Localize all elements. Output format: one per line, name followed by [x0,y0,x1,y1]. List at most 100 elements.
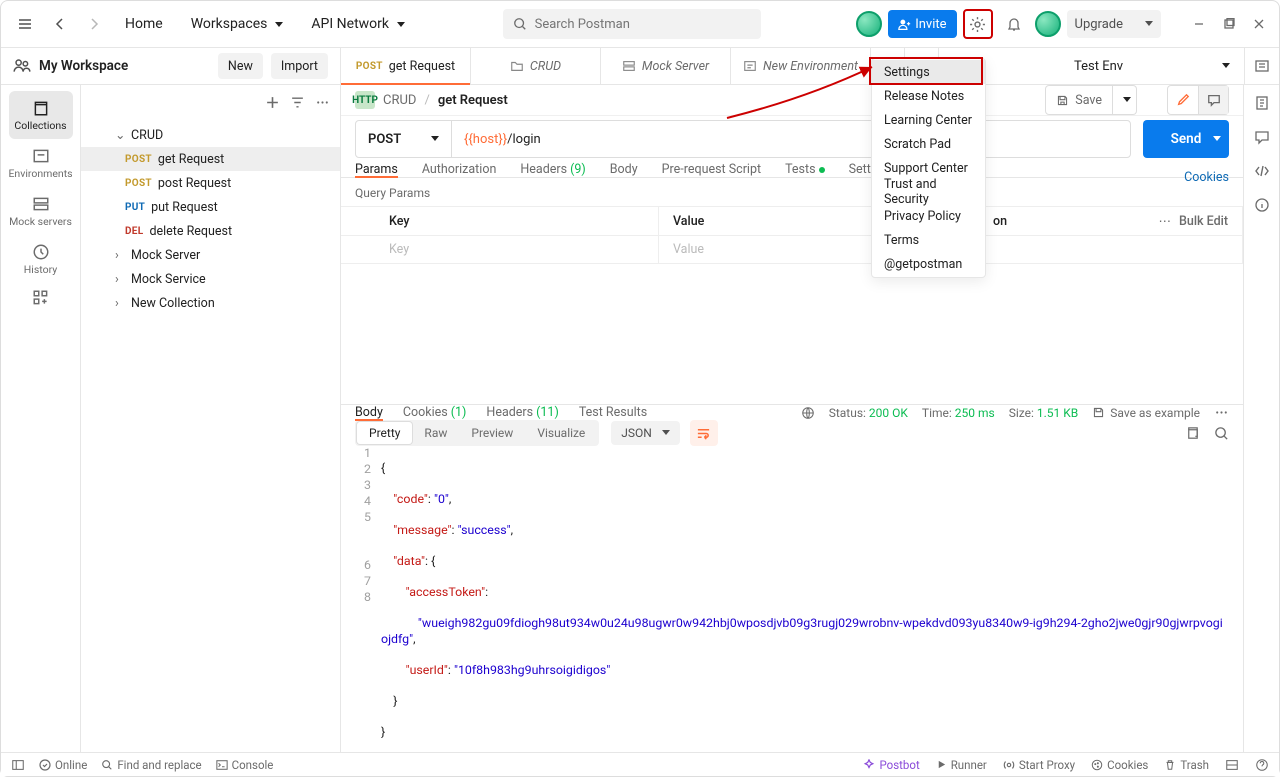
nav-history[interactable]: History [9,235,73,283]
filter-icon[interactable] [290,95,305,110]
wrap-lines-button[interactable] [690,420,718,446]
invite-button[interactable]: Invite [888,10,956,38]
tree-item-post-request[interactable]: POSTpost Request [81,171,340,195]
docs-icon[interactable] [1254,95,1270,111]
import-button[interactable]: Import [271,53,328,79]
user-avatar[interactable] [1035,11,1061,37]
workspace-title[interactable]: My Workspace [39,58,210,74]
status-trash[interactable]: Trash [1164,758,1209,772]
help-icon[interactable] [1255,758,1269,772]
window-close[interactable] [1247,12,1271,36]
menu-privacy-policy[interactable]: Privacy Policy [872,204,985,228]
tab-mock-server[interactable]: Mock Server [601,48,731,84]
pane-toggle-icon[interactable] [11,758,25,772]
notifications-button[interactable] [999,9,1029,39]
breadcrumb-collection[interactable]: CRUD [383,93,416,108]
comments-icon[interactable] [1254,129,1270,145]
menu-trust-security[interactable]: Trust and Security [872,180,985,204]
resptab-testresults[interactable]: Test Results [579,405,647,420]
nav-collections[interactable]: Collections [9,91,73,139]
save-button[interactable]: Save [1045,85,1113,115]
view-raw[interactable]: Raw [412,422,459,444]
edit-mode-button[interactable] [1168,86,1198,114]
reqtab-authorization[interactable]: Authorization [422,162,497,177]
status-runner[interactable]: Runner [936,758,987,772]
copy-icon[interactable] [1185,426,1200,441]
status-console[interactable]: Console [216,758,274,772]
tree-item-put-request[interactable]: PUTput Request [81,195,340,219]
nav-api-network[interactable]: API Network [299,10,417,38]
history-icon [32,243,50,261]
tree-folder-crud[interactable]: ⌄CRUD [81,123,340,147]
view-visualize[interactable]: Visualize [525,422,597,444]
description-input[interactable] [979,236,1243,263]
nav-back-button[interactable] [45,10,75,38]
env-quicklook-button[interactable] [1245,48,1279,84]
tree-folder-mock-service[interactable]: ›Mock Service [81,267,340,291]
cookies-link[interactable]: Cookies [1184,170,1229,185]
chevron-down-icon[interactable] [1209,131,1221,147]
save-dropdown-button[interactable] [1113,85,1137,115]
menu-settings[interactable]: Settings [872,60,985,84]
two-pane-icon[interactable] [1225,758,1239,772]
reqtab-body[interactable]: Body [610,162,638,177]
tab-get-request[interactable]: POST get Request [341,48,471,84]
url-input[interactable]: {{host}}/login [452,132,1130,147]
nav-mock-servers[interactable]: Mock servers [9,187,73,235]
bulk-edit-button[interactable]: ⋯Bulk Edit [1159,213,1229,229]
tab-crud[interactable]: CRUD [471,48,601,84]
environment-selector[interactable]: Test Env [1060,48,1245,84]
window-maximize[interactable] [1217,12,1241,36]
method-select[interactable]: POST [356,121,452,157]
more-icon[interactable] [1214,405,1229,420]
reqtab-prerequest[interactable]: Pre-request Script [662,162,761,177]
tree-folder-mock-server[interactable]: ›Mock Server [81,243,340,267]
nav-home[interactable]: Home [113,10,175,38]
comment-mode-button[interactable] [1198,86,1228,114]
menu-terms[interactable]: Terms [872,228,985,252]
plus-icon[interactable] [265,95,280,110]
more-icon[interactable] [315,95,330,110]
tree-folder-new-collection[interactable]: ›New Collection [81,291,340,315]
response-type-select[interactable]: JSON [611,421,680,445]
view-preview[interactable]: Preview [459,422,525,444]
nav-workspaces[interactable]: Workspaces [179,10,296,38]
code-icon[interactable] [1254,163,1270,179]
user-avatar-small[interactable] [856,11,882,37]
menu-release-notes[interactable]: Release Notes [872,84,985,108]
send-button[interactable]: Send [1143,120,1229,158]
reqtab-params[interactable]: Params [355,162,398,177]
tree-item-get-request[interactable]: POSTget Request [81,147,340,171]
nav-environments[interactable]: Environments [9,139,73,187]
save-as-example-button[interactable]: Save as example [1092,406,1200,420]
menu-learning-center[interactable]: Learning Center [872,108,985,132]
resptab-body[interactable]: Body [355,405,383,420]
status-cookies[interactable]: Cookies [1091,758,1148,772]
status-online[interactable]: Online [39,758,87,772]
menu-getpostman[interactable]: @getpostman [872,252,985,276]
hamburger-icon[interactable] [9,10,41,38]
reqtab-headers[interactable]: Headers (9) [520,162,585,177]
resptab-cookies[interactable]: Cookies (1) [403,405,467,420]
reqtab-tests[interactable]: Tests [785,162,824,177]
upgrade-button[interactable]: Upgrade [1067,10,1161,38]
status-find-replace[interactable]: Find and replace [101,758,201,772]
search-input[interactable] [535,17,751,32]
key-input[interactable]: Key [341,236,659,263]
status-start-proxy[interactable]: Start Proxy [1003,758,1075,772]
nav-forward-button[interactable] [79,10,109,38]
status-postbot[interactable]: Postbot [863,758,919,772]
globe-icon[interactable] [801,406,815,420]
tab-new-environment[interactable]: New Environment [731,48,871,84]
info-icon[interactable] [1254,197,1270,213]
menu-scratch-pad[interactable]: Scratch Pad [872,132,985,156]
search-response-icon[interactable] [1214,426,1229,441]
search-bar[interactable] [503,9,761,39]
new-button[interactable]: New [218,53,263,79]
view-pretty[interactable]: Pretty [357,422,412,444]
settings-gear-button[interactable] [963,9,993,39]
tree-item-delete-request[interactable]: DELdelete Request [81,219,340,243]
window-minimize[interactable] [1187,12,1211,36]
resptab-headers[interactable]: Headers (11) [486,405,558,420]
nav-more[interactable] [9,283,73,313]
